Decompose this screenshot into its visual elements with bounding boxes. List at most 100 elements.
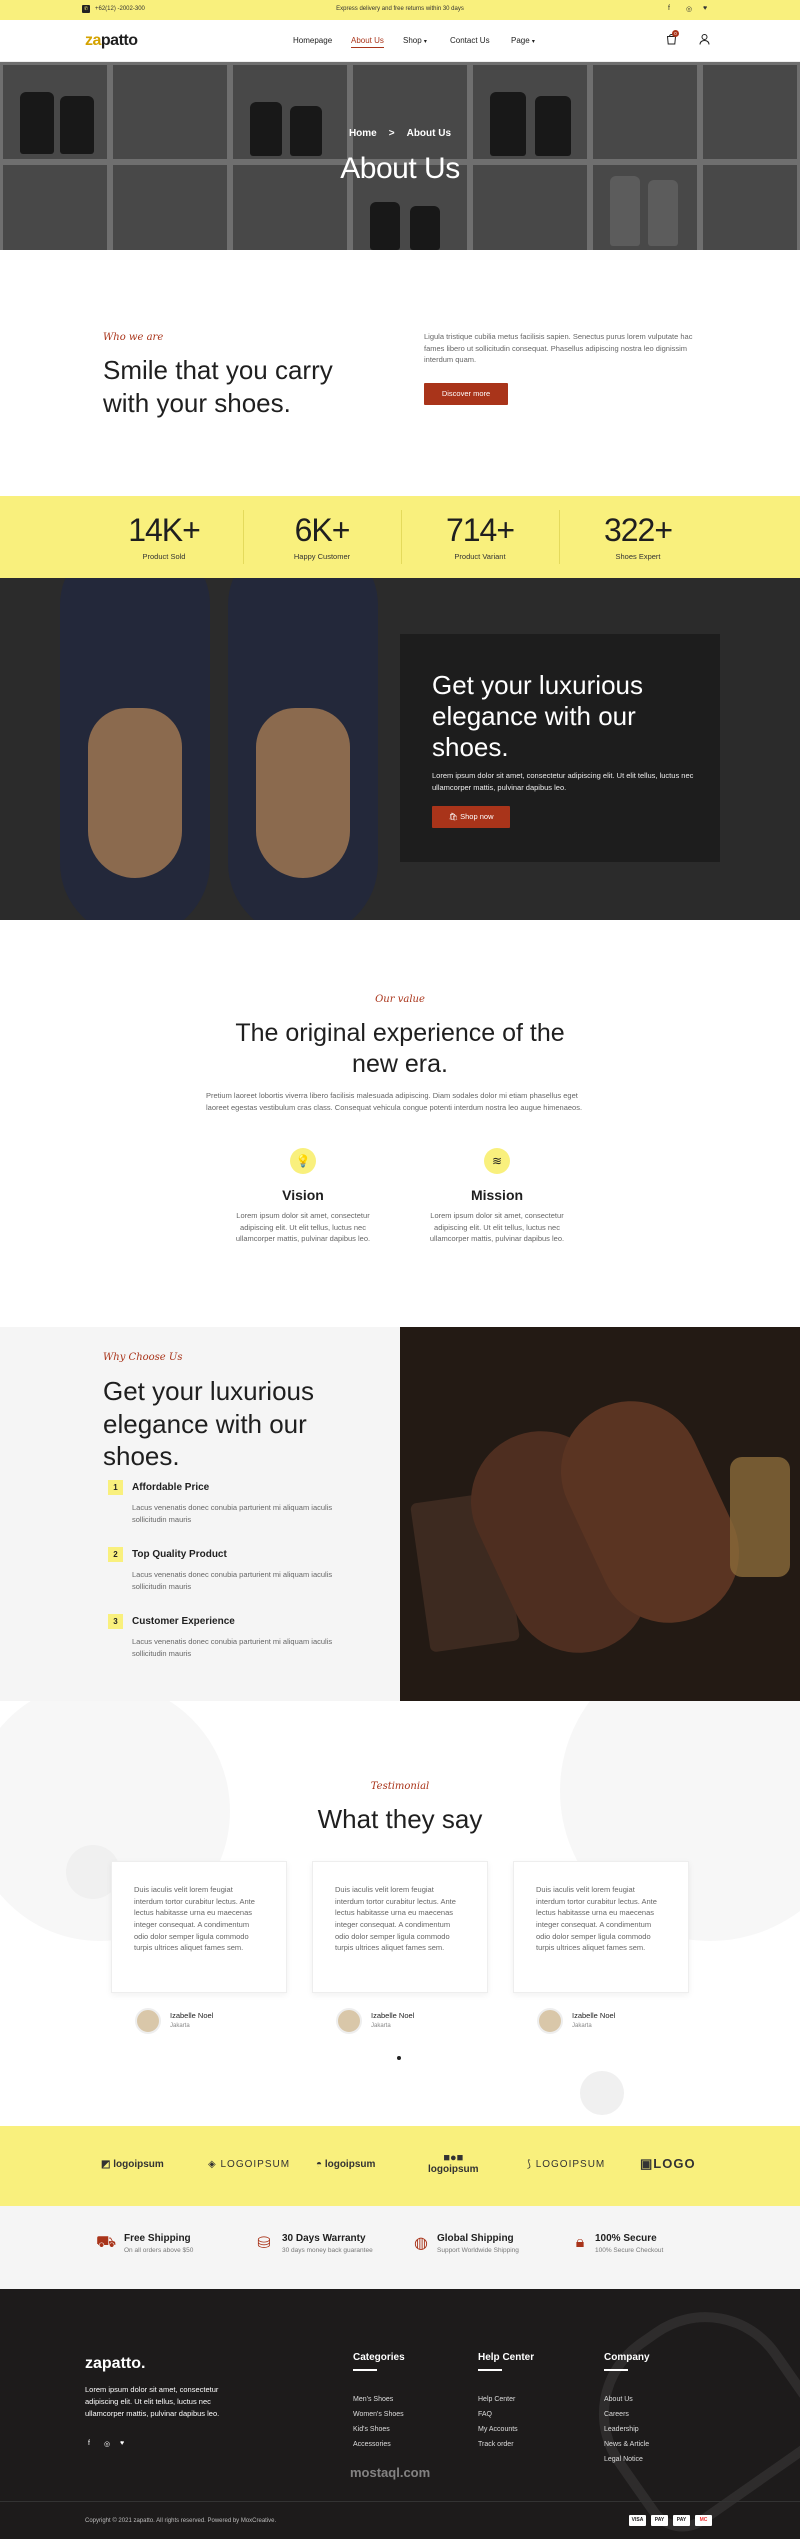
top-bar: ✆ +62(12) -2002-300 Express delivery and…	[0, 0, 800, 20]
who-body: Ligula tristique cubilia metus facilisis…	[424, 332, 693, 365]
lightbulb-icon: 💡	[290, 1148, 316, 1174]
testimonial-name: Izabelle Noel	[170, 2011, 214, 2020]
coins-icon: ⛁	[257, 2235, 271, 2252]
footer-link[interactable]: About Us	[604, 2396, 633, 2403]
luxury-banner: Get your luxurious elegance with our shoes…	[0, 578, 800, 920]
nav-page[interactable]: Page ▾	[511, 36, 535, 45]
why-shoes-image	[400, 1327, 800, 1701]
testimonial-kicker: Testimonial	[370, 1781, 430, 1792]
feature-sub: 30 days money back guarantee	[282, 2247, 373, 2254]
stat-value: 714+	[445, 512, 515, 548]
discover-more-button[interactable]: Discover more	[424, 383, 508, 405]
testimonial-card: Duis iaculis velit lorem feugiat interdu…	[513, 1861, 689, 1993]
nav-shop[interactable]: Shop ▾	[403, 36, 427, 45]
why-kicker: Why Choose Us	[103, 1352, 183, 1363]
carousel-dot[interactable]	[397, 2056, 401, 2060]
feature-title: Global Shipping	[437, 2233, 514, 2244]
logo-icon: ⟆	[527, 2159, 532, 2170]
features-band: ⛟ Free Shipping On all orders above $50 …	[0, 2206, 800, 2289]
shoe-image	[228, 578, 378, 920]
why-number: 3	[108, 1614, 123, 1629]
breadcrumb-current: About Us	[406, 128, 452, 139]
vision-title: Vision	[282, 1187, 324, 1203]
shop-now-button[interactable]: 🛍 Shop now	[432, 806, 510, 828]
twitter-icon[interactable]: ♥	[120, 2440, 124, 2447]
footer-link[interactable]: News & Article	[604, 2441, 649, 2448]
user-icon[interactable]	[698, 32, 710, 46]
mastercard-icon: MC	[695, 2515, 712, 2526]
shoe-image	[60, 578, 210, 920]
stat-label: Product Variant	[454, 552, 506, 561]
who-title: Smile that you carry with your shoes.	[103, 355, 333, 418]
value-title: The original experience of the new era.	[235, 1019, 565, 1079]
footer-link[interactable]: Women's Shoes	[353, 2411, 404, 2418]
footer-link[interactable]: Careers	[604, 2411, 629, 2418]
nav-about-us[interactable]: About Us	[351, 36, 384, 48]
footer-link[interactable]: Legal Notice	[604, 2456, 643, 2463]
stat-item: 6K+ Happy Customer	[243, 512, 401, 561]
nav-contact-us[interactable]: Contact Us	[450, 36, 490, 45]
testimonial-section: Testimonial What they say Duis iaculis v…	[0, 1701, 800, 2126]
site-logo[interactable]: zapatto	[85, 32, 138, 50]
page-title: About Us	[340, 152, 460, 185]
footer-link[interactable]: Track order	[478, 2441, 514, 2448]
google-pay-icon: PAY	[673, 2515, 690, 2526]
partner-logo: ▣LOGO	[640, 2156, 696, 2171]
footer-link[interactable]: Kid's Shoes	[353, 2426, 390, 2433]
twitter-icon[interactable]: ♥	[703, 5, 707, 12]
footer-link[interactable]: My Accounts	[478, 2426, 518, 2433]
feature-title: 100% Secure	[595, 2233, 657, 2244]
stat-label: Shoes Expert	[615, 552, 661, 561]
luxury-body: Lorem ipsum dolor sit amet, consectetur …	[432, 771, 694, 792]
breadcrumb-home[interactable]: Home	[349, 128, 377, 139]
luxury-card: Get your luxurious elegance with our shoes…	[400, 634, 720, 862]
footer-link[interactable]: Help Center	[478, 2396, 515, 2403]
facebook-icon[interactable]: f	[88, 2440, 90, 2447]
why-number: 2	[108, 1547, 123, 1562]
avatar	[135, 2008, 161, 2034]
testimonial-city: Jakarta	[371, 2023, 391, 2029]
hero-banner: Home > About Us About Us	[0, 62, 800, 250]
truck-icon: ⛟	[95, 2234, 117, 2251]
mission-title: Mission	[470, 1187, 524, 1203]
vision-body: Lorem ipsum dolor sit amet, consectetur …	[235, 1211, 371, 1244]
bg-circle	[580, 2071, 624, 2115]
nav-homepage[interactable]: Homepage	[293, 36, 332, 45]
watermark: mostaql.com	[350, 2465, 431, 2480]
chevron-down-icon: ▾	[531, 39, 535, 45]
why-item-title: Affordable Price	[132, 1482, 210, 1493]
cart-badge: 0	[672, 30, 679, 37]
stat-item: 14K+ Product Sold	[85, 512, 243, 561]
avatar	[336, 2008, 362, 2034]
logo-icon: ◓	[316, 2159, 323, 2170]
footer-logo[interactable]: zapatto.	[85, 2355, 145, 2373]
instagram-icon[interactable]: ◎	[104, 2440, 110, 2448]
why-item-title: Top Quality Product	[132, 1549, 227, 1560]
why-title: Get your luxurious elegance with our shoes…	[103, 1376, 314, 1471]
apple-pay-icon: PAY	[651, 2515, 668, 2526]
value-body: Pretium laoreet lobortis viverra libero …	[206, 1091, 583, 1112]
footer-about: Lorem ipsum dolor sit amet, consectetur …	[85, 2385, 220, 2418]
avatar	[537, 2008, 563, 2034]
instagram-icon[interactable]: ◎	[686, 5, 692, 13]
logo-icon: ◈	[208, 2159, 217, 2170]
divider	[353, 2369, 377, 2371]
divider	[0, 2501, 800, 2502]
who-kicker: Who we are	[103, 332, 164, 343]
testimonial-name: Izabelle Noel	[371, 2011, 415, 2020]
footer-link[interactable]: Men's Shoes	[353, 2396, 393, 2403]
stat-value: 14K+	[128, 512, 201, 548]
footer-link[interactable]: FAQ	[478, 2411, 492, 2418]
visa-icon: VISA	[629, 2515, 646, 2526]
footer-link[interactable]: Accessories	[353, 2441, 391, 2448]
facebook-icon[interactable]: f	[668, 5, 670, 12]
why-number: 1	[108, 1480, 123, 1495]
shoe-outline-image	[563, 2276, 800, 2539]
why-section: Why Choose Us Get your luxurious elegance…	[0, 1327, 800, 1701]
testimonial-text: Duis iaculis velit lorem feugiat interdu…	[335, 1885, 456, 1953]
footer-link[interactable]: Leadership	[604, 2426, 639, 2433]
breadcrumb: Home > About Us	[0, 128, 800, 139]
divider	[478, 2369, 502, 2371]
main-nav: zapatto Homepage About Us Shop ▾ Contact…	[0, 20, 800, 62]
layers-icon: ≋	[484, 1148, 510, 1174]
